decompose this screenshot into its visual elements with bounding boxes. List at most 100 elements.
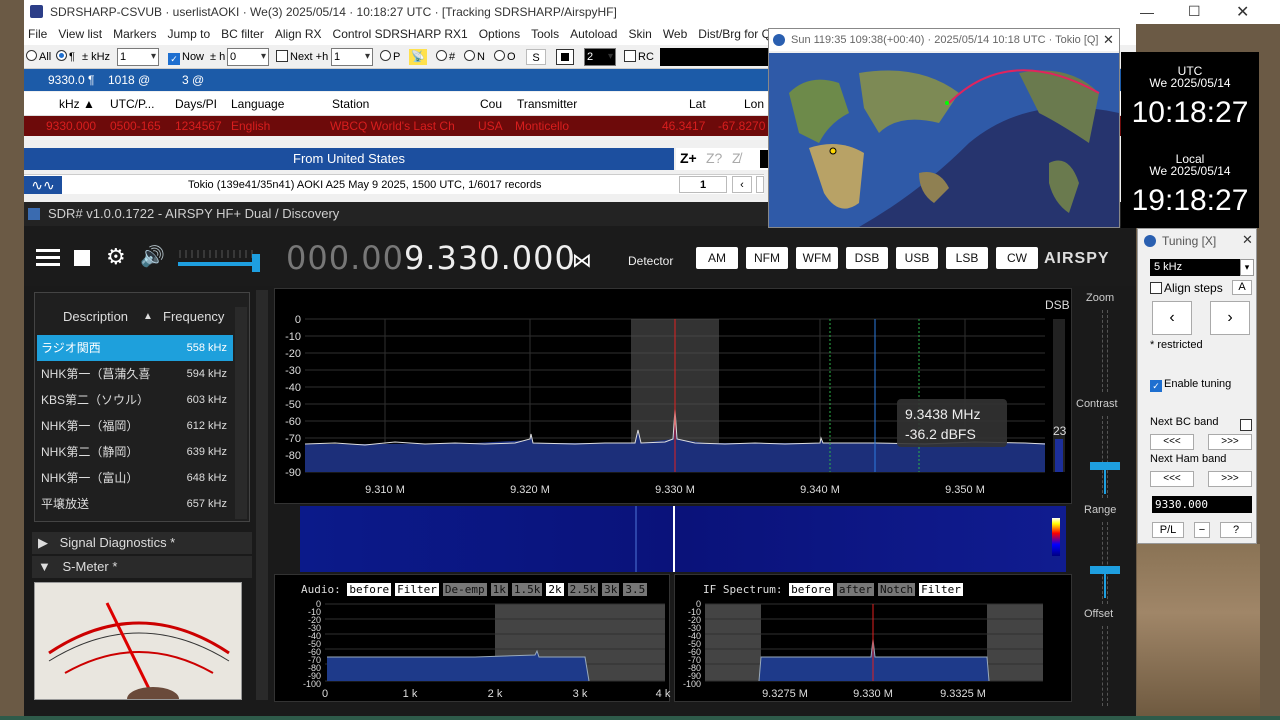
- close-icon[interactable]: ✕: [1236, 2, 1249, 22]
- menu-autoload[interactable]: Autoload: [570, 24, 617, 45]
- col-country[interactable]: Cou: [480, 92, 502, 116]
- s-button[interactable]: S: [526, 49, 546, 65]
- ham-prev-button[interactable]: <<<: [1150, 471, 1194, 487]
- map-close-icon[interactable]: ✕: [1103, 29, 1114, 51]
- mode-cw-button[interactable]: CW: [996, 247, 1038, 269]
- signal-diagnostics-header[interactable]: ▶ Signal Diagnostics *: [32, 532, 252, 554]
- audio-2-5k-chip[interactable]: 2.5k: [567, 583, 599, 596]
- next-select[interactable]: 1: [331, 48, 373, 66]
- tuning-close-icon[interactable]: ✕: [1242, 232, 1253, 248]
- spectrum-analyzer[interactable]: 0 -10 -20 -30 -40 -50 -60 -70 -80 -90 9.…: [274, 288, 1072, 504]
- audio-3-5-chip[interactable]: 3.5: [623, 583, 648, 596]
- menu-file[interactable]: File: [28, 24, 47, 45]
- gear-icon[interactable]: ⚙: [106, 246, 126, 268]
- step-select[interactable]: 5 kHz: [1150, 259, 1254, 276]
- tuning-freq-field[interactable]: 9330.000: [1152, 496, 1252, 513]
- ham-next-button[interactable]: >>>: [1208, 471, 1252, 487]
- all-radio[interactable]: All: [26, 49, 51, 65]
- audio-spectrum[interactable]: Audio: before Filter De-emp 1k 1.5k 2k 2.5k 3k 3…: [274, 574, 671, 702]
- if-after-chip[interactable]: after: [836, 583, 874, 596]
- zoom-clear-icon[interactable]: Z̸: [732, 150, 741, 166]
- maximize-icon[interactable]: ☐: [1188, 3, 1201, 20]
- now-checkbox[interactable]: ✓ Now: [168, 49, 204, 65]
- zoom-sort-icon[interactable]: Z+: [680, 150, 697, 166]
- next-page-button[interactable]: [756, 176, 764, 193]
- col-language[interactable]: Language: [231, 92, 284, 116]
- menu-options[interactable]: Options: [479, 24, 520, 45]
- list-item[interactable]: ラジオ関西 558 kHz: [37, 335, 233, 361]
- menu-web[interactable]: Web: [663, 24, 687, 45]
- align-steps-checkbox[interactable]: Align steps: [1150, 281, 1223, 295]
- menu-align-rx[interactable]: Align RX: [275, 24, 322, 45]
- waterfall[interactable]: [300, 506, 1066, 572]
- list-header-frequency[interactable]: Frequency: [163, 309, 224, 324]
- col-transmitter[interactable]: Transmitter: [517, 92, 577, 116]
- pl-button[interactable]: P/L: [1152, 522, 1184, 538]
- bc-prev-button[interactable]: <<<: [1150, 434, 1194, 450]
- list-header-description[interactable]: Description: [63, 309, 128, 324]
- col-utc[interactable]: UTC/P...: [110, 92, 154, 116]
- menu-skin[interactable]: Skin: [628, 24, 651, 45]
- mode-lsb-button[interactable]: LSB: [946, 247, 988, 269]
- audio-1k-chip[interactable]: 1k: [490, 583, 508, 596]
- menu-bc-filter[interactable]: BC filter: [221, 24, 264, 45]
- next-checkbox[interactable]: Next +h: [276, 49, 328, 65]
- rc-checkbox[interactable]: RC: [624, 49, 654, 65]
- menu-control-sdrsharp[interactable]: Control SDRSHARP RX1: [333, 24, 468, 45]
- o-radio[interactable]: O: [494, 49, 516, 65]
- if-spectrum[interactable]: IF Spectrum: before after Notch Filter 0 -1…: [674, 574, 1072, 702]
- if-notch-chip[interactable]: Notch: [877, 583, 916, 596]
- audio-3k-chip[interactable]: 3k: [602, 583, 620, 596]
- list-item[interactable]: NHK第二（静岡） 639 kHz: [37, 439, 233, 465]
- minimize-icon[interactable]: —: [1140, 4, 1154, 20]
- mode-nfm-button[interactable]: NFM: [746, 247, 788, 269]
- zoom-query-icon[interactable]: Z?: [706, 150, 722, 166]
- hash-radio[interactable]: #: [436, 49, 455, 65]
- tune-up-button[interactable]: ›: [1210, 301, 1250, 335]
- if-filter-chip[interactable]: Filter: [919, 583, 963, 596]
- mode-wfm-button[interactable]: WFM: [796, 247, 838, 269]
- next-bc-checkbox[interactable]: [1240, 418, 1254, 432]
- list-item[interactable]: NHK第一（菖蒲久喜 594 kHz: [37, 361, 233, 387]
- num-stepper[interactable]: 2: [584, 48, 616, 66]
- vfo-frequency[interactable]: 000.009.330.000: [286, 239, 576, 277]
- audio-deemp-chip[interactable]: De-emp: [442, 583, 487, 596]
- mode-usb-button[interactable]: USB: [896, 247, 938, 269]
- audio-filter-chip[interactable]: Filter: [395, 583, 439, 596]
- mode-am-button[interactable]: AM: [696, 247, 738, 269]
- audio-2k-chip[interactable]: 2k: [546, 583, 564, 596]
- menu-jump-to[interactable]: Jump to: [167, 24, 210, 45]
- col-khz[interactable]: kHz ▲: [59, 92, 95, 116]
- stop-button[interactable]: [556, 49, 574, 65]
- zoom-slider[interactable]: [1102, 310, 1108, 392]
- bc-next-button[interactable]: >>>: [1208, 434, 1252, 450]
- audio-before-chip[interactable]: before: [347, 583, 392, 596]
- list-item[interactable]: 平壌放送 657 kHz: [37, 491, 233, 517]
- wave-icon[interactable]: ∿∿: [24, 176, 62, 194]
- col-lon[interactable]: Lon: [744, 92, 764, 116]
- world-map[interactable]: [769, 53, 1119, 227]
- page-number[interactable]: 1: [679, 176, 727, 193]
- s-meter-header[interactable]: ▼ S-Meter *: [32, 556, 252, 578]
- stop-icon[interactable]: [74, 250, 90, 266]
- audio-1-5k-chip[interactable]: 1.5k: [511, 583, 543, 596]
- swap-icon[interactable]: ⋈: [572, 248, 592, 273]
- col-days[interactable]: Days/PI: [175, 92, 217, 116]
- if-before-chip[interactable]: before: [789, 583, 833, 596]
- menu-view-list[interactable]: View list: [58, 24, 102, 45]
- prev-page-button[interactable]: ‹: [732, 176, 752, 193]
- list-item[interactable]: NHK第一（富山） 648 kHz: [37, 465, 233, 491]
- align-a-button[interactable]: A: [1232, 280, 1252, 295]
- col-station[interactable]: Station: [332, 92, 369, 116]
- menu-icon[interactable]: [36, 248, 60, 268]
- hour-select[interactable]: 0: [227, 48, 269, 66]
- speaker-icon[interactable]: 🔊: [140, 246, 165, 268]
- mode-dsb-button[interactable]: DSB: [846, 247, 888, 269]
- offset-slider[interactable]: [1102, 626, 1108, 706]
- list-item[interactable]: NHK第一（福岡） 612 kHz: [37, 413, 233, 439]
- menu-markers[interactable]: Markers: [113, 24, 156, 45]
- khz-select[interactable]: 1: [117, 48, 159, 66]
- panel-scrollbar[interactable]: [256, 290, 268, 700]
- tune-down-button[interactable]: ‹: [1152, 301, 1192, 335]
- pilcrow-radio[interactable]: ¶: [56, 49, 75, 65]
